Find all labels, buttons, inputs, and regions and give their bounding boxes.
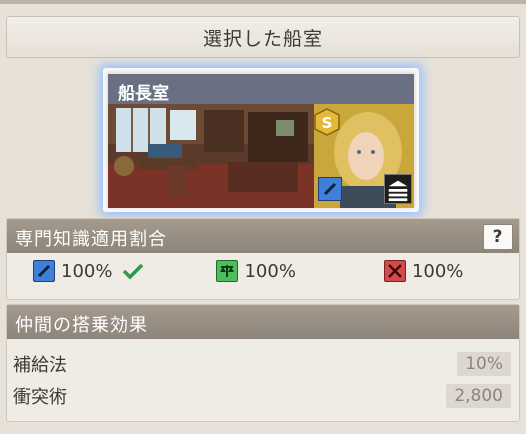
crew-effect-header: 仲間の搭乗効果	[7, 305, 519, 339]
rate-item-scales: 100%	[216, 260, 296, 282]
expertise-section: 専門知識適用割合 ? 100% 100% 100%	[6, 218, 520, 300]
crew-effect-title: 仲間の搭乗効果	[15, 315, 148, 336]
page-title: 選択した船室	[6, 16, 520, 58]
s-rank-badge-icon: S	[314, 108, 340, 136]
expertise-rates: 100% 100% 100%	[7, 253, 519, 289]
effect-label: 補給法	[13, 355, 67, 376]
list-item: 衝突術 2,800	[7, 380, 519, 412]
cabin-name: 船長室	[108, 74, 414, 104]
effect-value: 2,800	[446, 384, 511, 408]
rank-stripes-icon	[384, 174, 412, 204]
help-button[interactable]: ?	[483, 224, 513, 250]
svg-text:S: S	[322, 114, 333, 132]
expertise-title: 専門知識適用割合	[15, 229, 167, 250]
scales-icon	[216, 260, 239, 282]
rate-value: 100%	[244, 260, 296, 282]
swords-icon	[383, 260, 406, 282]
pen-icon	[33, 260, 55, 282]
crew-effect-section: 仲間の搭乗効果 補給法 10% 衝突術 2,800	[6, 304, 520, 422]
cabin-panel: 選択した船室 船長室 S 専門知識適用割合 ? 100% 100% 100% 仲…	[0, 0, 526, 434]
effect-label: 衝突術	[13, 387, 67, 408]
check-icon	[123, 263, 144, 280]
expertise-header: 専門知識適用割合 ?	[7, 219, 519, 253]
rate-value: 100%	[411, 260, 464, 282]
pen-icon	[318, 177, 342, 201]
captain-room-image	[108, 104, 314, 208]
rate-value: 100%	[61, 260, 113, 282]
effect-value: 10%	[457, 352, 511, 376]
rate-item-pen: 100%	[33, 260, 144, 282]
list-item: 補給法 10%	[7, 348, 519, 380]
rate-item-swords: 100%	[383, 260, 464, 282]
cabin-card[interactable]: 船長室 S	[108, 74, 414, 208]
